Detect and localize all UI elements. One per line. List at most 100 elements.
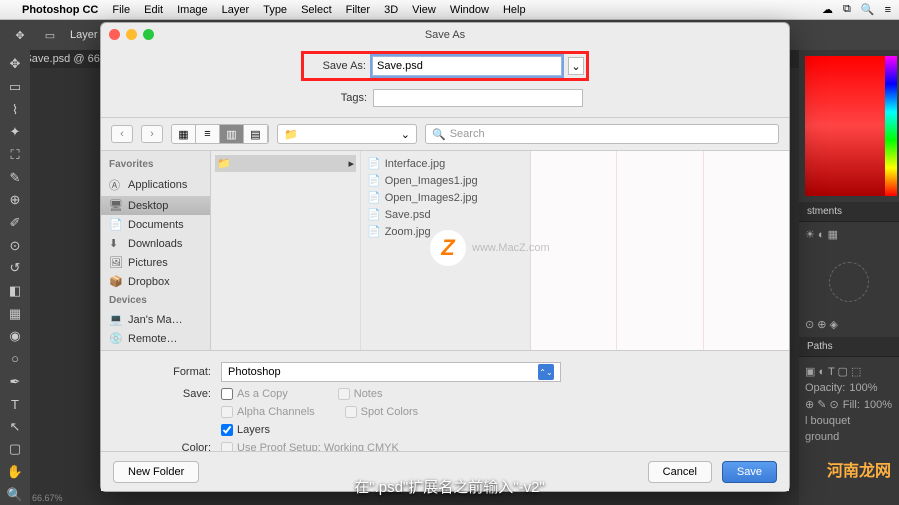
sidebar: Favorites ⒶApplications 🖥Desktop 📄Docume… (101, 151, 211, 350)
zoom-tool[interactable]: 🔍 (3, 484, 27, 505)
search-field[interactable]: 🔍 Search (425, 124, 779, 144)
file-row[interactable]: 📄Save.psd (365, 206, 526, 223)
shape-tool[interactable]: ▢ (3, 439, 27, 460)
wand-tool[interactable]: ✦ (3, 122, 27, 143)
window-controls (109, 29, 154, 40)
adjustments-panel-header[interactable]: stments (799, 202, 899, 222)
spotlight-icon[interactable]: 🔍 (861, 3, 875, 16)
sidebar-item-downloads[interactable]: ⬇Downloads (101, 234, 210, 253)
file-row[interactable]: 📄Open_Images1.jpg (365, 172, 526, 189)
disc-icon: 💿 (109, 332, 123, 345)
layer-dropdown[interactable]: Layer (70, 29, 98, 41)
sidebar-item-applications[interactable]: ⒶApplications (101, 174, 210, 196)
eraser-tool[interactable]: ◧ (3, 281, 27, 302)
save-button[interactable]: Save (722, 461, 777, 483)
minimize-window-icon[interactable] (126, 29, 137, 40)
blur-tool[interactable]: ◉ (3, 326, 27, 347)
panel-icons[interactable]: ☀ ◐ ▦ (805, 229, 838, 241)
opacity-value[interactable]: 100% (849, 382, 877, 394)
file-row[interactable]: 📄Interface.jpg (365, 155, 526, 172)
type-tool[interactable]: T (3, 394, 27, 415)
file-icon: 📄 (367, 208, 381, 221)
sidebar-item-device[interactable]: 💻Jan's Ma… (101, 310, 210, 329)
move-tool[interactable]: ✥ (3, 54, 27, 75)
forward-button[interactable]: › (141, 125, 163, 143)
format-dropdown[interactable]: Photoshop ⌃⌄ (221, 362, 561, 382)
cloud-icon[interactable]: ☁ (822, 3, 833, 16)
menu-filter[interactable]: Filter (346, 4, 370, 16)
history-dropdown[interactable]: ⌄ (568, 57, 584, 75)
coverflow-view-button[interactable]: ▤ (244, 125, 268, 143)
menu-help[interactable]: Help (503, 4, 526, 16)
computer-icon: 💻 (109, 313, 123, 326)
sidebar-item-remote[interactable]: 💿Remote… (101, 329, 210, 348)
file-row[interactable]: 📄Zoom.jpg (365, 223, 526, 240)
move-tool-icon[interactable]: ✥ (10, 25, 30, 45)
sidebar-item-dropbox[interactable]: 📦Dropbox (101, 272, 210, 291)
auto-select-icon[interactable]: ▭ (40, 25, 60, 45)
browser-toolbar: ‹ › ▦ ≡ ▥ ▤ 📁 ⌄ 🔍 Search (101, 117, 789, 151)
fill-value[interactable]: 100% (864, 399, 892, 411)
file-icon: 📄 (367, 174, 381, 187)
back-button[interactable]: ‹ (111, 125, 133, 143)
heal-tool[interactable]: ⊕ (3, 190, 27, 211)
stamp-tool[interactable]: ⊙ (3, 235, 27, 256)
folder-row[interactable]: 📁▸ (215, 155, 356, 172)
close-window-icon[interactable] (109, 29, 120, 40)
tags-input[interactable] (373, 89, 583, 107)
menu-edit[interactable]: Edit (144, 4, 163, 16)
eyedropper-tool[interactable]: ✎ (3, 167, 27, 188)
as-copy-checkbox[interactable]: As a Copy (221, 388, 288, 400)
gradient-tool[interactable]: ▦ (3, 303, 27, 324)
menu-window[interactable]: Window (450, 4, 489, 16)
menu-file[interactable]: File (112, 4, 130, 16)
sidebar-item-desktop[interactable]: 🖥Desktop (101, 196, 210, 215)
chevron-right-icon: ▸ (348, 157, 354, 170)
file-row[interactable]: 📄Open_Images2.jpg (365, 189, 526, 206)
menu-image[interactable]: Image (177, 4, 208, 16)
pen-tool[interactable]: ✒ (3, 371, 27, 392)
hue-slider[interactable] (885, 56, 897, 196)
path-tool[interactable]: ↖ (3, 417, 27, 438)
favorites-header: Favorites (101, 155, 210, 174)
save-as-input[interactable] (372, 56, 562, 76)
menu-type[interactable]: Type (263, 4, 287, 16)
column-view-button[interactable]: ▥ (220, 125, 244, 143)
path-dropdown[interactable]: 📁 ⌄ (277, 124, 417, 144)
list-view-button[interactable]: ≡ (196, 125, 220, 143)
applications-icon: Ⓐ (109, 177, 123, 193)
layer-row[interactable]: ground (805, 429, 893, 445)
sidebar-item-pictures[interactable]: 🖼Pictures (101, 253, 210, 272)
chevron-down-icon: ⌄ (401, 128, 410, 141)
sidebar-item-documents[interactable]: 📄Documents (101, 215, 210, 234)
layer-row[interactable]: l bouquet (805, 413, 893, 429)
menu-select[interactable]: Select (301, 4, 332, 16)
dropbox-icon: 📦 (109, 275, 123, 288)
dodge-tool[interactable]: ○ (3, 349, 27, 370)
zoom-window-icon[interactable] (143, 29, 154, 40)
cancel-button[interactable]: Cancel (648, 461, 712, 483)
marquee-tool[interactable]: ▭ (3, 77, 27, 98)
folder-icon: 📁 (284, 128, 298, 141)
column-1: 📁▸ (211, 151, 361, 350)
wifi-icon[interactable]: ⧉ (843, 3, 851, 16)
menu-view[interactable]: View (412, 4, 436, 16)
app-name[interactable]: Photoshop CC (22, 4, 98, 16)
menu-layer[interactable]: Layer (222, 4, 250, 16)
icon-view-button[interactable]: ▦ (172, 125, 196, 143)
layers-checkbox[interactable]: Layers (221, 424, 270, 436)
hand-tool[interactable]: ✋ (3, 462, 27, 483)
color-picker[interactable] (805, 56, 893, 196)
lasso-tool[interactable]: ⌇ (3, 99, 27, 120)
history-brush-tool[interactable]: ↺ (3, 258, 27, 279)
new-folder-button[interactable]: New Folder (113, 461, 199, 483)
menu-extra-icon[interactable]: ≡ (885, 4, 891, 16)
crop-tool[interactable]: ⛶ (3, 145, 27, 166)
brush-tool[interactable]: ✐ (3, 213, 27, 234)
column-2: 📄Interface.jpg 📄Open_Images1.jpg 📄Open_I… (361, 151, 531, 350)
spot-checkbox: Spot Colors (345, 406, 418, 418)
dialog-title: Save As (101, 23, 789, 47)
folder-icon: 📁 (217, 157, 231, 170)
paths-panel-header[interactable]: Paths (799, 337, 899, 357)
menu-3d[interactable]: 3D (384, 4, 398, 16)
